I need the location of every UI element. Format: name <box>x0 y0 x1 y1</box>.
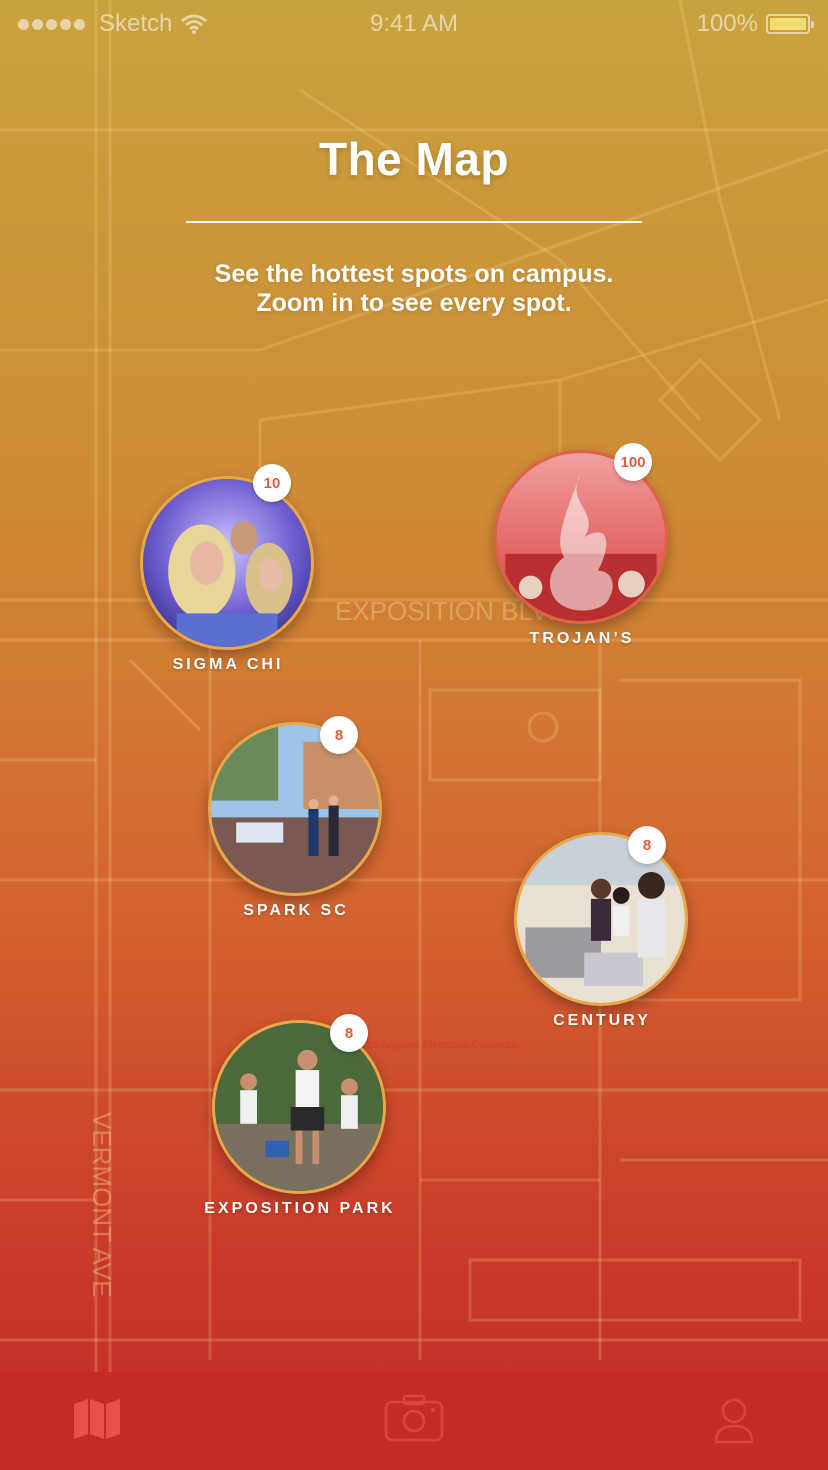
street-label-vermont: VERMONT AVE <box>87 1112 117 1297</box>
spot-count-badge: 8 <box>628 826 666 864</box>
spot-trojans[interactable]: 100 TROJAN’S <box>494 443 670 650</box>
spot-photo[interactable] <box>208 722 382 896</box>
subtitle-line-1: See the hottest spots on campus. <box>214 260 614 288</box>
spot-century[interactable]: 8 CENTURY <box>514 826 690 1032</box>
campus-photo-image <box>211 725 379 893</box>
spot-label: SIGMA CHI <box>172 656 284 673</box>
spot-sigma-chi[interactable]: 10 SIGMA CHI <box>140 464 316 676</box>
camera-icon[interactable] <box>384 1394 444 1442</box>
spot-count-badge: 100 <box>614 443 652 481</box>
page-subtitle: See the hottest spots on campus. Zoom in… <box>0 260 828 318</box>
spot-photo[interactable] <box>514 832 688 1006</box>
spot-photo[interactable] <box>140 476 314 650</box>
battery-percent: 100% <box>696 10 758 37</box>
spot-label: TROJAN’S <box>529 630 635 647</box>
spot-count-badge: 8 <box>320 716 358 754</box>
spot-exposition-park[interactable]: 8 EXPOSITION PARK <box>204 1014 393 1230</box>
status-bar: Sketch 9:41 AM 100% <box>0 0 828 50</box>
spot-label: EXPOSITION PARK <box>204 1200 396 1217</box>
map-icon[interactable] <box>72 1398 122 1440</box>
spot-count-badge: 8 <box>330 1014 368 1052</box>
title-divider <box>186 221 642 223</box>
bbq-photo-image <box>517 835 685 1003</box>
spot-count-badge: 10 <box>253 464 291 502</box>
spot-label: SPARK SC <box>243 902 349 919</box>
tab-bar <box>0 1372 828 1470</box>
map-screen: EXPOSITION BLVD VERMONT AVE Los Angeles … <box>0 0 828 1470</box>
spot-spark-sc[interactable]: 8 SPARK SC <box>208 716 384 922</box>
battery-icon <box>766 14 814 34</box>
page-title: The Map <box>318 133 510 185</box>
profile-icon[interactable] <box>714 1398 754 1444</box>
subtitle-line-2: Zoom in to see every spot. <box>256 289 572 317</box>
party-photo-image <box>143 479 311 647</box>
spot-label: CENTURY <box>553 1012 651 1029</box>
